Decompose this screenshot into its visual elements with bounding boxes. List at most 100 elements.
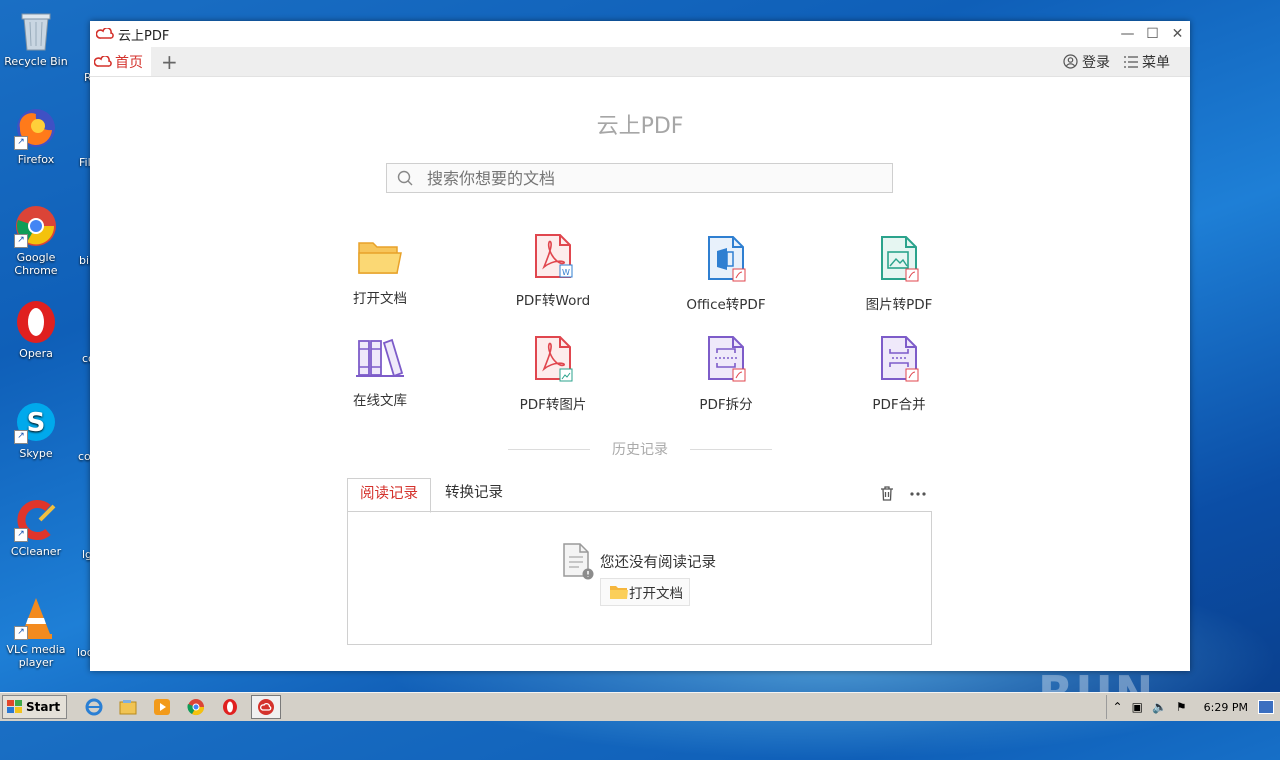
desktop-icon-label: Recycle Bin [4,55,68,68]
maximize-icon[interactable]: ☐ [1140,26,1165,42]
tool-image-to-pdf[interactable]: 图片转PDF [839,235,959,313]
login-label: 登录 [1082,54,1110,71]
app-window: 云上PDF — ☐ ✕ 首页 + 登录 菜单 云上PDF 搜索你想要的文档 打开… [90,21,1190,671]
skype-icon: S ↗ [14,400,58,444]
tab-home[interactable]: 首页 [90,47,151,76]
user-icon [1063,54,1078,69]
start-button[interactable]: Start [2,695,68,719]
desktop-icon-label: Skype [19,447,53,460]
window-title: 云上PDF [118,28,170,44]
taskbar-opera[interactable] [217,696,243,718]
tool-office-to-pdf[interactable]: Office转PDF [666,235,786,313]
tool-pdf-to-word[interactable]: W PDF转Word [493,233,613,309]
tool-label: PDF合并 [872,397,926,413]
tray-expand-icon[interactable]: ⌃ [1113,700,1123,714]
folder-icon [358,242,402,274]
vlc-icon: ↗ [14,596,58,640]
tool-pdf-merge[interactable]: PDF合并 [839,335,959,413]
ccleaner-icon: ↗ [14,498,58,542]
menu-button[interactable]: 菜单 [1124,52,1170,72]
tool-label: Office转PDF [686,297,766,313]
taskbar-media-player[interactable] [149,696,175,718]
desktop-icon-label: Firefox [17,153,55,166]
taskbar-chrome[interactable] [183,696,209,718]
app-title: 云上PDF [596,114,684,139]
folder-icon [610,586,628,599]
svg-text:W: W [562,268,570,277]
flag-icon[interactable]: ⚑ [1176,700,1187,714]
system-tray: ⌃ ▣ 🔈 ⚑ 6:29 PM [1105,695,1280,719]
close-icon[interactable]: ✕ [1165,26,1190,42]
show-desktop-icon[interactable] [1258,700,1274,714]
open-document-button[interactable]: 打开文档 [600,578,690,606]
empty-document-icon [563,543,594,580]
desktop-icon-opera[interactable]: Opera [0,300,72,360]
tool-pdf-to-image[interactable]: PDF转图片 [493,335,613,413]
desktop-icon-label: Opera [19,347,53,360]
tab-home-label: 首页 [115,54,143,71]
taskbar-ie[interactable] [81,696,107,718]
record-tabs: 阅读记录 转换记录 [347,478,932,513]
open-document-label: 打开文档 [629,586,683,602]
cloud-logo-icon [94,55,112,67]
tool-label: PDF拆分 [699,397,753,413]
desktop-partial-label: Fil [79,156,91,169]
history-divider: 历史记录 [508,441,772,458]
windows-logo-icon [7,700,22,713]
records-panel: 您还没有阅读记录 打开文档 [347,511,932,645]
chrome-icon [187,699,205,716]
menu-icon [1124,55,1138,68]
tool-pdf-split[interactable]: PDF拆分 [666,335,786,413]
tool-open-document[interactable]: 打开文档 [320,237,440,307]
trash-icon[interactable] [880,486,894,501]
tool-label: PDF转Word [515,293,591,309]
desktop-icon-chrome[interactable]: ↗ Google Chrome [0,204,72,277]
tab-reading-records[interactable]: 阅读记录 [347,478,431,513]
minimize-icon[interactable]: — [1115,26,1140,42]
tab-bar: 首页 + 登录 菜单 [90,47,1190,77]
office-to-pdf-icon [708,236,746,282]
tool-label: 在线文库 [353,393,407,409]
clock[interactable]: 6:29 PM [1204,701,1248,714]
desktop-icon-skype[interactable]: S ↗ Skype [0,400,72,460]
tool-label: 打开文档 [353,291,407,307]
search-box[interactable] [386,163,893,193]
add-tab-button[interactable]: + [161,50,178,74]
taskbar: Start ⌃ ▣ 🔈 ⚑ 6:29 PM [0,692,1280,721]
library-icon [356,338,404,378]
chrome-icon: ↗ [14,204,58,248]
tool-label: 图片转PDF [865,297,933,313]
image-to-pdf-icon [881,236,919,282]
empty-text: 您还没有阅读记录 [600,554,716,571]
search-icon [397,170,413,186]
history-title: 历史记录 [612,442,668,458]
empty-state: 您还没有阅读记录 [562,542,716,580]
login-button[interactable]: 登录 [1063,52,1110,72]
start-label: Start [26,700,61,714]
internet-explorer-icon [85,698,103,716]
pdf-merge-icon [881,336,919,382]
desktop-icon-label: Google Chrome [14,251,58,277]
cloud-logo-icon [258,699,275,715]
more-icon[interactable] [910,491,926,496]
tab-conversion-records[interactable]: 转换记录 [433,478,515,511]
tool-online-library[interactable]: 在线文库 [320,337,440,409]
recycle-bin-icon [14,8,58,52]
speaker-icon[interactable]: 🔈 [1152,700,1167,714]
taskbar-yunshang-pdf[interactable] [251,695,282,719]
desktop-icon-vlc[interactable]: ↗ VLC media player [0,596,72,669]
desktop-icon-firefox[interactable]: ↗ Firefox [0,106,72,166]
tool-label: PDF转图片 [519,397,587,413]
desktop-icon-label: VLC media player [6,643,66,669]
media-player-icon [154,699,171,715]
desktop-icon-ccleaner[interactable]: ↗ CCleaner [0,498,72,558]
opera-icon [14,300,58,344]
search-input[interactable] [425,167,869,189]
taskbar-explorer[interactable] [115,696,141,718]
file-explorer-icon [119,700,137,715]
network-icon[interactable]: ▣ [1132,700,1143,714]
title-bar[interactable]: 云上PDF — ☐ ✕ [90,21,1190,47]
pdf-to-word-icon: W [535,234,573,278]
pdf-split-icon [708,336,746,382]
desktop-icon-recycle-bin[interactable]: Recycle Bin [0,8,72,68]
